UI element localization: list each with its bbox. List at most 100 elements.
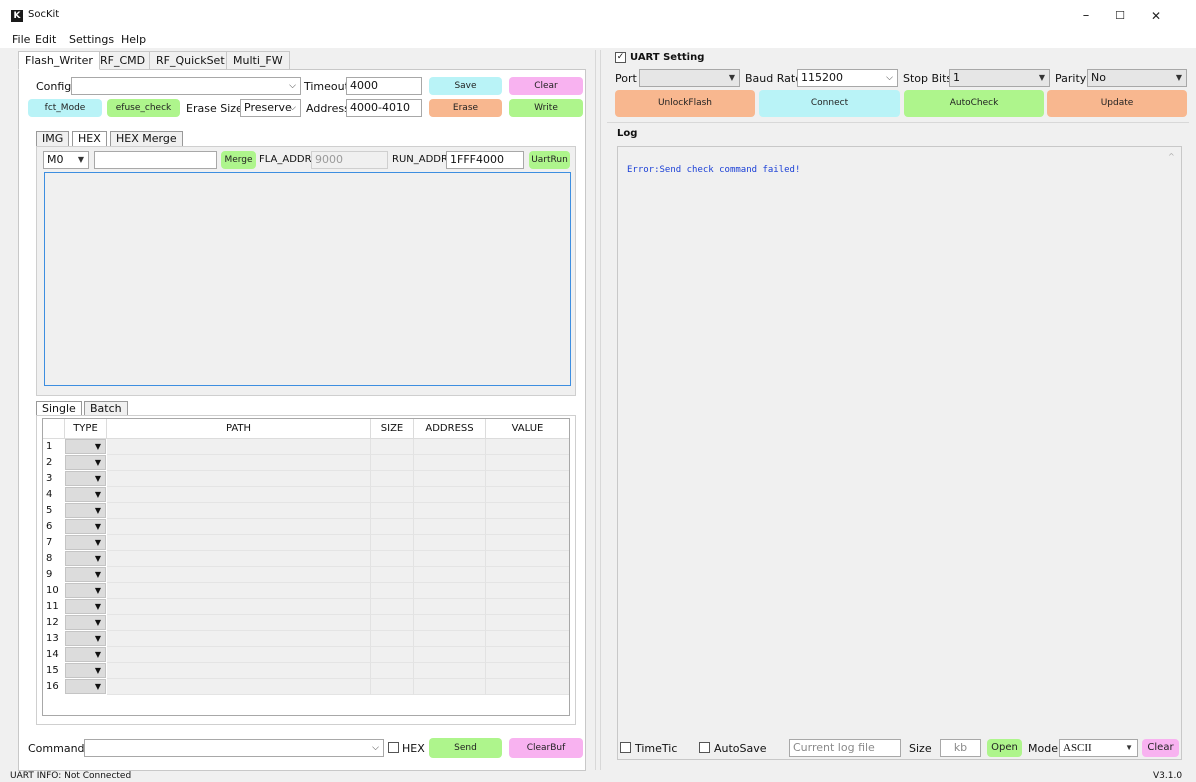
type-dropdown[interactable]: ▼ bbox=[65, 503, 106, 518]
value-cell[interactable] bbox=[486, 503, 569, 519]
value-cell[interactable] bbox=[486, 551, 569, 567]
address-cell[interactable] bbox=[414, 503, 486, 519]
log-output[interactable] bbox=[617, 146, 1182, 760]
address-cell[interactable] bbox=[414, 599, 486, 615]
size-cell[interactable] bbox=[371, 599, 414, 615]
type-dropdown[interactable]: ▼ bbox=[65, 439, 106, 454]
close-button[interactable]: ✕ bbox=[1141, 7, 1171, 25]
size-cell[interactable] bbox=[371, 471, 414, 487]
tab-batch[interactable]: Batch bbox=[84, 401, 128, 416]
address-cell[interactable] bbox=[414, 535, 486, 551]
parity-select[interactable]: No ▼ bbox=[1087, 69, 1187, 87]
type-dropdown[interactable]: ▼ bbox=[65, 599, 106, 614]
path-cell[interactable] bbox=[107, 567, 371, 583]
path-cell[interactable] bbox=[107, 535, 371, 551]
size-cell[interactable] bbox=[371, 663, 414, 679]
address-cell[interactable] bbox=[414, 455, 486, 471]
log-file-input[interactable]: Current log file bbox=[789, 739, 901, 757]
type-dropdown[interactable]: ▼ bbox=[65, 535, 106, 550]
config-select[interactable]: ⌵ bbox=[71, 77, 301, 95]
path-cell[interactable] bbox=[107, 487, 371, 503]
value-cell[interactable] bbox=[486, 519, 569, 535]
type-dropdown[interactable]: ▼ bbox=[65, 663, 106, 678]
minimize-button[interactable]: – bbox=[1071, 7, 1101, 25]
size-cell[interactable] bbox=[371, 567, 414, 583]
path-cell[interactable] bbox=[107, 663, 371, 679]
address-cell[interactable] bbox=[414, 663, 486, 679]
uartrun-button[interactable]: UartRun bbox=[529, 151, 570, 169]
type-dropdown[interactable]: ▼ bbox=[65, 471, 106, 486]
log-clear-button[interactable]: Clear bbox=[1142, 739, 1179, 757]
size-cell[interactable] bbox=[371, 583, 414, 599]
autosave-checkbox[interactable] bbox=[699, 742, 710, 753]
address-cell[interactable] bbox=[414, 487, 486, 503]
address-cell[interactable] bbox=[414, 519, 486, 535]
address-cell[interactable] bbox=[414, 567, 486, 583]
tab-single[interactable]: Single bbox=[36, 401, 82, 416]
value-cell[interactable] bbox=[486, 615, 569, 631]
merge-button[interactable]: Merge bbox=[221, 151, 256, 169]
hex-file-input[interactable] bbox=[94, 151, 217, 169]
mode-select[interactable]: ASCII ▼ bbox=[1059, 739, 1138, 757]
send-button[interactable]: Send bbox=[429, 738, 502, 758]
address-cell[interactable] bbox=[414, 471, 486, 487]
address-cell[interactable] bbox=[414, 679, 486, 695]
size-cell[interactable] bbox=[371, 519, 414, 535]
hex-content-area[interactable] bbox=[44, 172, 571, 386]
size-cell[interactable] bbox=[371, 647, 414, 663]
autocheck-button[interactable]: AutoCheck bbox=[904, 90, 1044, 117]
size-cell[interactable] bbox=[371, 679, 414, 695]
value-cell[interactable] bbox=[486, 567, 569, 583]
value-cell[interactable] bbox=[486, 647, 569, 663]
value-cell[interactable] bbox=[486, 599, 569, 615]
tab-img[interactable]: IMG bbox=[36, 131, 70, 146]
tab-flash-writer[interactable]: Flash_Writer bbox=[18, 51, 100, 70]
size-cell[interactable] bbox=[371, 551, 414, 567]
value-cell[interactable] bbox=[486, 471, 569, 487]
address-cell[interactable] bbox=[414, 615, 486, 631]
value-cell[interactable] bbox=[486, 583, 569, 599]
path-cell[interactable] bbox=[107, 519, 371, 535]
size-input[interactable]: kb bbox=[940, 739, 981, 757]
path-cell[interactable] bbox=[107, 679, 371, 695]
size-cell[interactable] bbox=[371, 535, 414, 551]
scroll-up-icon[interactable]: ^ bbox=[1168, 152, 1175, 161]
type-dropdown[interactable]: ▼ bbox=[65, 647, 106, 662]
address-cell[interactable] bbox=[414, 631, 486, 647]
menu-file[interactable]: File bbox=[12, 31, 30, 48]
path-cell[interactable] bbox=[107, 503, 371, 519]
fct-mode-button[interactable]: fct_Mode bbox=[28, 99, 102, 117]
address-input[interactable]: 4000-4010 bbox=[346, 99, 422, 117]
port-select[interactable]: ▼ bbox=[639, 69, 740, 87]
path-cell[interactable] bbox=[107, 631, 371, 647]
stop-bits-select[interactable]: 1 ▼ bbox=[949, 69, 1050, 87]
address-cell[interactable] bbox=[414, 647, 486, 663]
connect-button[interactable]: Connect bbox=[759, 90, 900, 117]
type-dropdown[interactable]: ▼ bbox=[65, 455, 106, 470]
tab-hex-merge[interactable]: HEX Merge bbox=[110, 131, 183, 146]
path-cell[interactable] bbox=[107, 471, 371, 487]
tab-rf-quickset[interactable]: RF_QuickSet bbox=[149, 51, 232, 70]
clearbuf-button[interactable]: ClearBuf bbox=[509, 738, 583, 758]
open-button[interactable]: Open bbox=[987, 739, 1022, 757]
size-cell[interactable] bbox=[371, 487, 414, 503]
panel-splitter[interactable] bbox=[595, 50, 596, 770]
save-button[interactable]: Save bbox=[429, 77, 502, 95]
update-button[interactable]: Update bbox=[1047, 90, 1187, 117]
value-cell[interactable] bbox=[486, 679, 569, 695]
address-cell[interactable] bbox=[414, 583, 486, 599]
tab-multi-fw[interactable]: Multi_FW bbox=[226, 51, 290, 70]
command-input[interactable]: ⌵ bbox=[84, 739, 384, 757]
clear-button[interactable]: Clear bbox=[509, 77, 583, 95]
maximize-button[interactable]: ☐ bbox=[1105, 7, 1135, 25]
path-cell[interactable] bbox=[107, 439, 371, 455]
address-cell[interactable] bbox=[414, 551, 486, 567]
tab-hex[interactable]: HEX bbox=[72, 131, 107, 146]
uart-setting-checkbox[interactable]: ✓ bbox=[615, 52, 626, 63]
value-cell[interactable] bbox=[486, 487, 569, 503]
menu-help[interactable]: Help bbox=[121, 31, 146, 48]
type-dropdown[interactable]: ▼ bbox=[65, 567, 106, 582]
path-cell[interactable] bbox=[107, 599, 371, 615]
size-cell[interactable] bbox=[371, 439, 414, 455]
timetic-checkbox[interactable] bbox=[620, 742, 631, 753]
